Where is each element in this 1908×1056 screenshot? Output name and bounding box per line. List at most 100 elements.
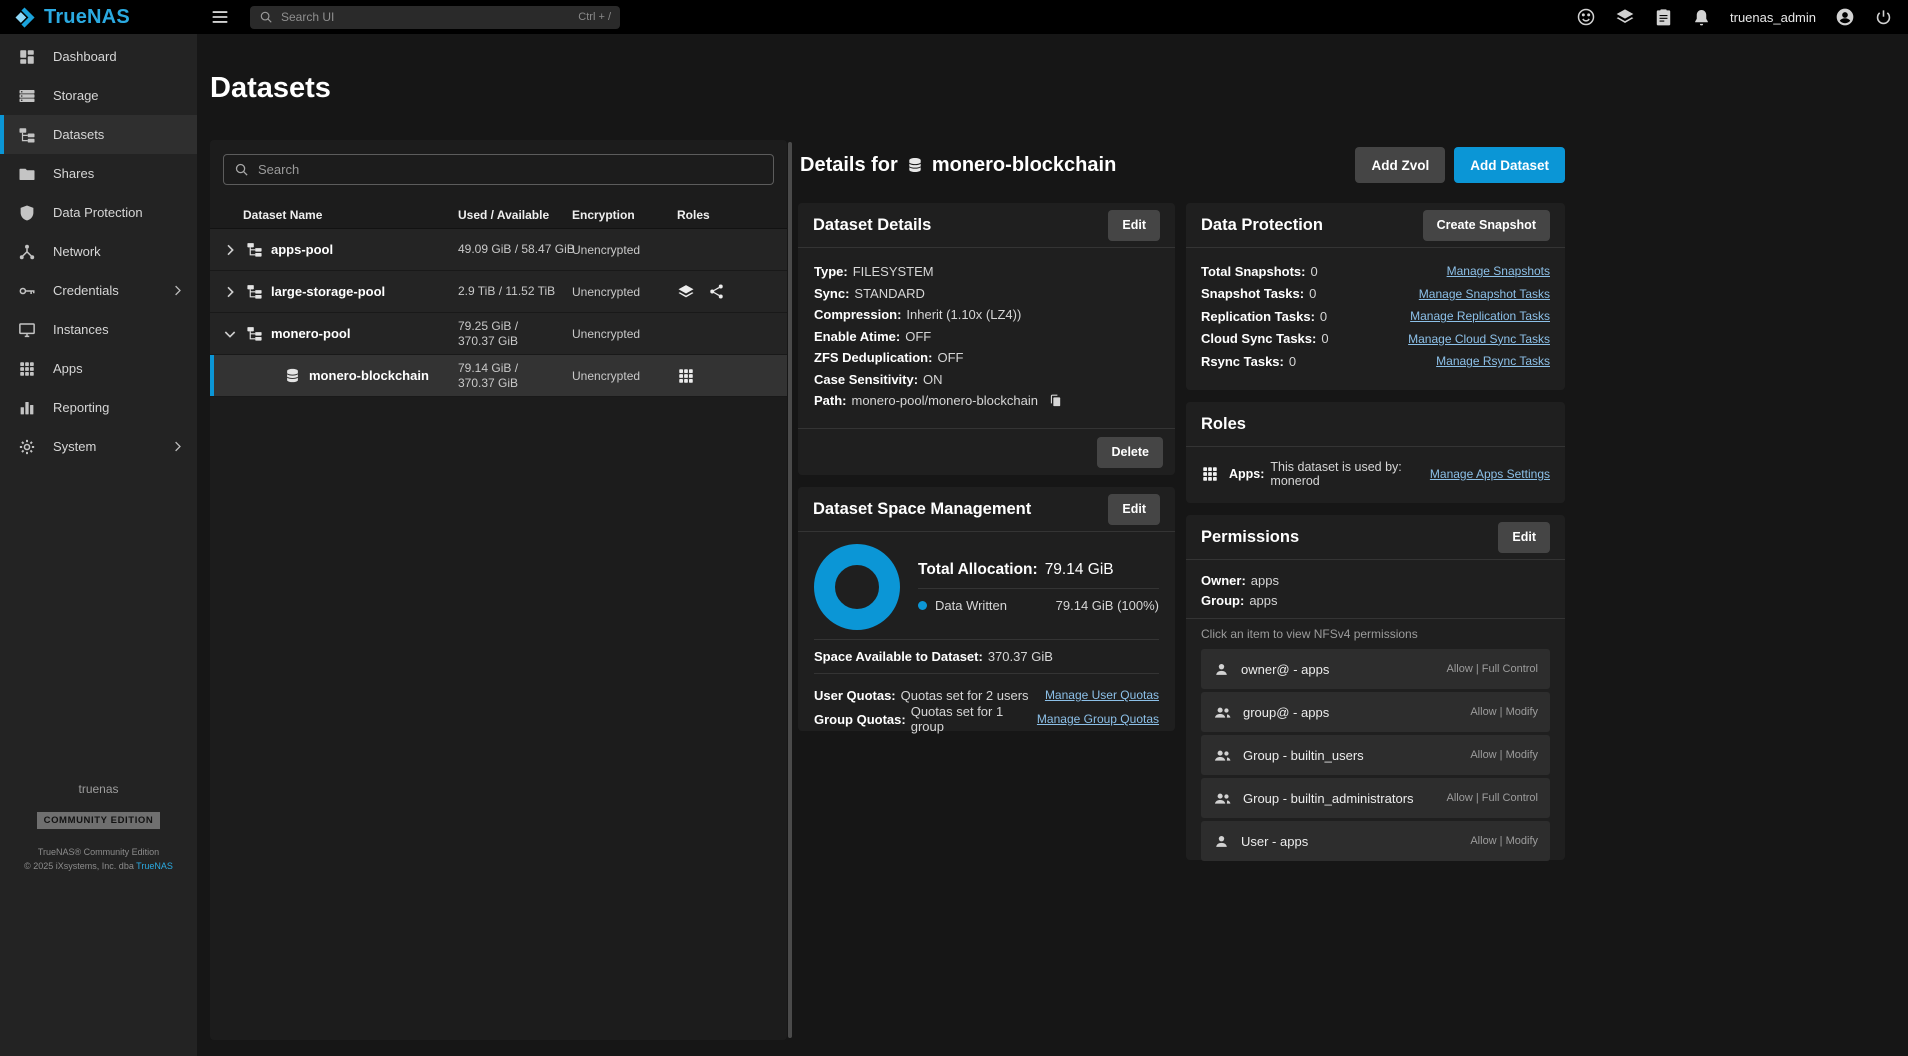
manage-rsync-tasks-link[interactable]: Manage Rsync Tasks: [1436, 354, 1550, 368]
manage-snapshots-link[interactable]: Manage Snapshots: [1447, 264, 1550, 278]
replication-tasks-row: Replication Tasks:0 Manage Replication T…: [1201, 305, 1550, 328]
smiley-icon: [1576, 7, 1596, 27]
manage-user-quotas-link[interactable]: Manage User Quotas: [1045, 688, 1159, 702]
edition-badge: COMMUNITY EDITION: [37, 812, 161, 829]
manage-replication-tasks-link[interactable]: Manage Replication Tasks: [1410, 309, 1550, 323]
field-type: Type:FILESYSTEM: [814, 261, 1159, 283]
dataset-search-input[interactable]: [258, 162, 763, 177]
copy-icon[interactable]: [1048, 393, 1063, 408]
tree-scrollbar[interactable]: [788, 142, 792, 1038]
account-menu-button[interactable]: [1835, 7, 1855, 27]
brand[interactable]: TrueNAS: [0, 6, 197, 29]
sidebar-item-data-protection[interactable]: Data Protection: [0, 193, 197, 232]
field-compression: Compression:Inherit (1.10x (LZ4)): [814, 304, 1159, 326]
expand-icon[interactable]: [222, 284, 238, 300]
snapshot-tasks-row: Snapshot Tasks:0 Manage Snapshot Tasks: [1201, 283, 1550, 306]
sidebar-item-credentials[interactable]: Credentials: [0, 271, 197, 310]
dataset-row-monero-blockchain[interactable]: monero-blockchain 79.14 GiB /370.37 GiB …: [210, 355, 787, 397]
manage-group-quotas-link[interactable]: Manage Group Quotas: [1037, 712, 1159, 726]
used-available-cell: 49.09 GiB / 58.47 GiB: [458, 242, 572, 257]
clipboard-icon: [1654, 8, 1673, 27]
card-title: Dataset Space Management: [813, 500, 1031, 519]
dataset-search[interactable]: [223, 154, 774, 185]
collapse-icon[interactable]: [222, 326, 238, 342]
permissions-card: Permissions Edit Owner:apps Group:apps C…: [1186, 515, 1565, 860]
dataset-row-monero-pool[interactable]: monero-pool 79.25 GiB /370.37 GiB Unencr…: [210, 313, 787, 355]
delete-dataset-button[interactable]: Delete: [1097, 437, 1163, 468]
ace-item-builtin-administrators[interactable]: Group - builtin_administrators Allow | F…: [1201, 778, 1550, 818]
col-used-available: Used / Available: [458, 208, 572, 222]
bar-chart-icon: [18, 399, 36, 417]
sidebar-item-datasets[interactable]: Datasets: [0, 115, 197, 154]
truenas-link[interactable]: TrueNAS: [136, 861, 173, 871]
sidebar-item-system[interactable]: System: [0, 427, 197, 466]
space-available: Space Available to Dataset: 370.37 GiB: [814, 649, 1159, 664]
total-allocation: Total Allocation: 79.14 GiB: [918, 561, 1159, 579]
feedback-button[interactable]: [1576, 7, 1596, 27]
alerts-button[interactable]: [1692, 8, 1711, 27]
sidebar-item-instances[interactable]: Instances: [0, 310, 197, 349]
edit-space-button[interactable]: Edit: [1108, 494, 1160, 525]
cloud-sync-tasks-row: Cloud Sync Tasks:0 Manage Cloud Sync Tas…: [1201, 328, 1550, 351]
group-row: Group:apps: [1201, 591, 1550, 611]
ace-item-owner[interactable]: owner@ - apps Allow | Full Control: [1201, 649, 1550, 689]
manage-apps-settings-link[interactable]: Manage Apps Settings: [1430, 467, 1550, 481]
sidebar-item-storage[interactable]: Storage: [0, 76, 197, 115]
encryption-cell: Unencrypted: [572, 369, 677, 383]
truecommand-button[interactable]: [1615, 7, 1635, 27]
jobs-button[interactable]: [1654, 8, 1673, 27]
edit-dataset-details-button[interactable]: Edit: [1108, 210, 1160, 241]
dataset-tree-panel: Dataset Name Used / Available Encryption…: [210, 140, 787, 1040]
group-quotas-row: Group Quotas: Quotas set for 1 group Man…: [814, 707, 1159, 731]
legend-dot: [918, 601, 927, 610]
sidebar-item-label: Network: [53, 244, 101, 259]
legend-data-written: Data Written 79.14 GiB (100%): [918, 598, 1159, 613]
card-title: Roles: [1201, 415, 1246, 434]
ace-item-group[interactable]: group@ - apps Allow | Modify: [1201, 692, 1550, 732]
global-search-input[interactable]: [281, 10, 570, 24]
create-snapshot-button[interactable]: Create Snapshot: [1423, 210, 1550, 241]
manage-cloud-sync-tasks-link[interactable]: Manage Cloud Sync Tasks: [1408, 332, 1550, 346]
key-icon: [18, 282, 36, 300]
sidebar-item-label: Shares: [53, 166, 94, 181]
sidebar-item-label: Storage: [53, 88, 99, 103]
owner-row: Owner:apps: [1201, 571, 1550, 591]
allocation-donut-chart: [814, 544, 900, 630]
roles-card: Roles Apps: This dataset is used by: mon…: [1186, 402, 1565, 503]
roles-cell: [677, 283, 787, 301]
manage-snapshot-tasks-link[interactable]: Manage Snapshot Tasks: [1419, 287, 1550, 301]
sidebar-item-label: System: [53, 439, 96, 454]
add-dataset-button[interactable]: Add Dataset: [1454, 147, 1565, 183]
selected-dataset-name: monero-blockchain: [932, 154, 1116, 177]
ace-item-user-apps[interactable]: User - apps Allow | Modify: [1201, 821, 1550, 861]
sidebar-item-network[interactable]: Network: [0, 232, 197, 271]
chevron-right-icon: [170, 283, 185, 298]
edit-permissions-button[interactable]: Edit: [1498, 522, 1550, 553]
sidebar-item-apps[interactable]: Apps: [0, 349, 197, 388]
total-snapshots-row: Total Snapshots:0 Manage Snapshots: [1201, 260, 1550, 283]
bell-icon: [1692, 8, 1711, 27]
apps-grid-icon: [1201, 465, 1219, 483]
add-zvol-button[interactable]: Add Zvol: [1355, 147, 1445, 183]
col-dataset-name: Dataset Name: [243, 208, 458, 222]
sidebar-item-dashboard[interactable]: Dashboard: [0, 37, 197, 76]
sidebar-item-label: Instances: [53, 322, 109, 337]
power-menu-button[interactable]: [1874, 8, 1893, 27]
search-shortcut-hint: Ctrl + /: [578, 11, 611, 23]
dataset-tree-icon: [246, 325, 263, 342]
expand-icon[interactable]: [222, 242, 238, 258]
sidenav-toggle-button[interactable]: [210, 7, 230, 27]
sidebar-footer: truenas COMMUNITY EDITION TrueNAS® Commu…: [0, 782, 197, 873]
details-header: Details for monero-blockchain Add Zvol A…: [800, 147, 1565, 183]
hamburger-icon: [210, 7, 230, 27]
sidebar-item-reporting[interactable]: Reporting: [0, 388, 197, 427]
sidebar-item-label: Dashboard: [53, 49, 117, 64]
ace-item-builtin-users[interactable]: Group - builtin_users Allow | Modify: [1201, 735, 1550, 775]
dataset-row-apps-pool[interactable]: apps-pool 49.09 GiB / 58.47 GiB Unencryp…: [210, 229, 787, 271]
sidebar-item-shares[interactable]: Shares: [0, 154, 197, 193]
storage-icon: [18, 87, 36, 105]
power-icon: [1874, 8, 1893, 27]
col-roles: Roles: [677, 208, 787, 222]
dataset-row-large-storage-pool[interactable]: large-storage-pool 2.9 TiB / 11.52 TiB U…: [210, 271, 787, 313]
global-search[interactable]: Ctrl + /: [250, 6, 620, 29]
